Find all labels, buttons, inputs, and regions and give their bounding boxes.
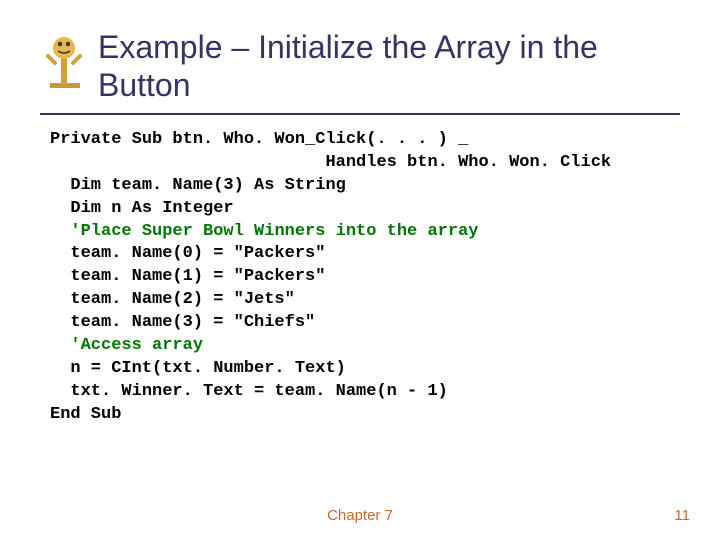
code-block: Private Sub btn. Who. Won_Click(. . . ) … xyxy=(0,115,720,427)
slide-header: Example – Initialize the Array in the Bu… xyxy=(0,0,720,105)
code-line: Private Sub btn. Who. Won_Click(. . . ) … xyxy=(50,130,468,149)
code-comment: 'Place Super Bowl Winners into the array xyxy=(70,222,478,241)
slide-title: Example – Initialize the Array in the Bu… xyxy=(98,28,680,105)
code-line: n = CInt(txt. Number. Text) xyxy=(50,359,346,378)
code-line: team. Name(2) = "Jets" xyxy=(50,290,295,309)
code-line: Handles btn. Who. Won. Click xyxy=(50,153,611,172)
code-line xyxy=(50,336,70,355)
page-number: 11 xyxy=(674,507,690,524)
code-line: txt. Winner. Text = team. Name(n - 1) xyxy=(50,382,448,401)
code-line: team. Name(0) = "Packers" xyxy=(50,244,325,263)
code-comment: 'Access array xyxy=(70,336,203,355)
code-line: team. Name(1) = "Packers" xyxy=(50,267,325,286)
code-line: Dim n As Integer xyxy=(50,199,234,218)
chapter-label: Chapter 7 xyxy=(327,507,393,524)
code-line: End Sub xyxy=(50,405,121,424)
code-line: Dim team. Name(3) As String xyxy=(50,176,346,195)
code-line xyxy=(50,222,70,241)
code-line: team. Name(3) = "Chiefs" xyxy=(50,313,315,332)
slide-footer: Chapter 7 11 xyxy=(0,507,720,524)
bullet-icon xyxy=(40,28,90,98)
